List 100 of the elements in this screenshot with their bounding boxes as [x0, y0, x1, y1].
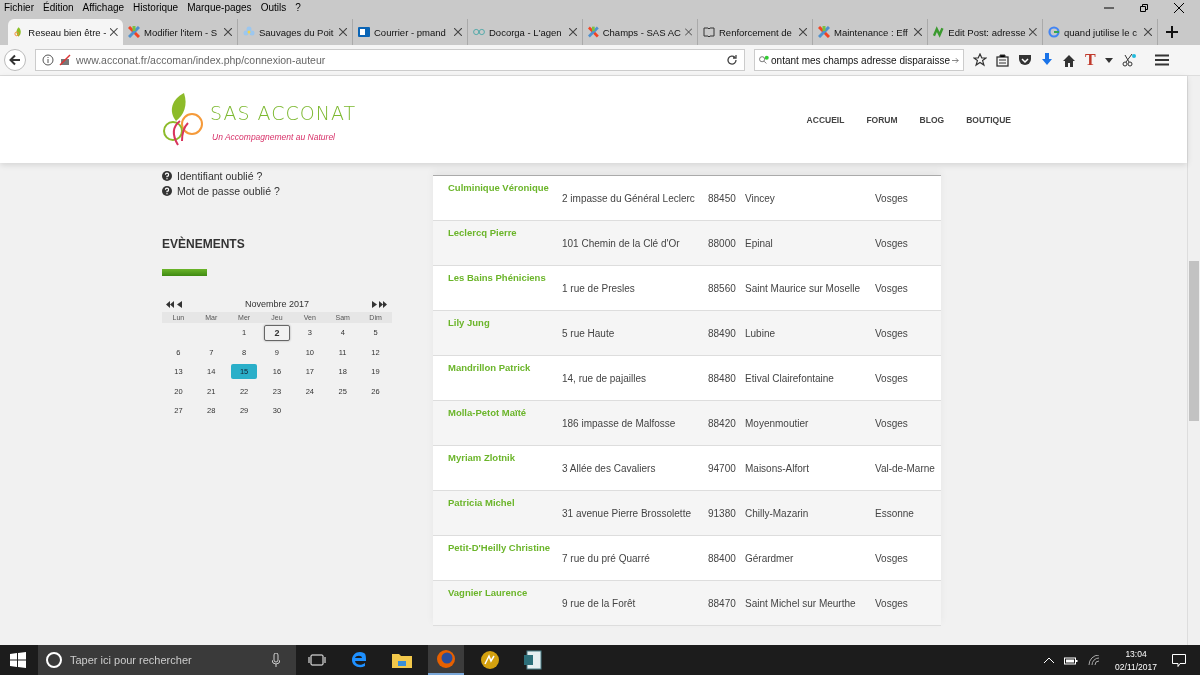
- table-cell-text: 88400: [708, 553, 737, 566]
- menu-icon[interactable]: [1154, 54, 1169, 66]
- account-link[interactable]: Identifiant oublié ?: [177, 170, 263, 182]
- back-arrow-icon: [9, 54, 21, 66]
- close-icon[interactable]: [1144, 28, 1152, 36]
- calendar-day[interactable]: 2: [264, 324, 291, 341]
- tagline: Un Accompagnement au Naturel: [212, 131, 336, 142]
- home-icon[interactable]: [1062, 53, 1076, 67]
- menu-item[interactable]: Outils: [260, 2, 287, 13]
- mail-icon: [358, 26, 370, 38]
- close-icon[interactable]: [914, 28, 922, 36]
- tab-title: quand jutilise le c: [1064, 26, 1138, 38]
- table-cell-text: 5 rue Haute: [561, 328, 616, 341]
- table-cell-text: Vosges: [875, 238, 908, 251]
- tab-title: Docorga - L'agen: [489, 26, 563, 38]
- notification-icon[interactable]: [1172, 653, 1186, 667]
- close-icon[interactable]: [1174, 2, 1184, 13]
- book-icon: [703, 26, 715, 38]
- menu-item[interactable]: Historique: [133, 2, 179, 13]
- browser-icon: [436, 649, 456, 669]
- browser-e-icon[interactable]: [350, 651, 368, 669]
- calendar-month: Novembre 2017: [243, 299, 310, 309]
- next-year-icon[interactable]: [379, 300, 388, 308]
- menu-item[interactable]: Fichier: [4, 2, 34, 13]
- close-icon[interactable]: [569, 28, 577, 36]
- table-cell-text: Moyenmoutier: [745, 418, 810, 431]
- menu-item[interactable]: ?: [295, 2, 301, 13]
- table-cell-text: 88470: [708, 598, 737, 611]
- previous-month-icon[interactable]: [177, 300, 182, 308]
- table-cell-text: 88420: [708, 418, 737, 431]
- table-cell-text: Maisons-Alfort: [745, 463, 810, 476]
- insecure-lock-icon[interactable]: [59, 54, 71, 66]
- clipboard-icon[interactable]: [996, 53, 1009, 67]
- menu-item[interactable]: Édition: [43, 2, 74, 13]
- close-icon[interactable]: [454, 28, 462, 36]
- table-cell-text: Lubine: [745, 328, 777, 341]
- table-cell-text: Vosges: [875, 553, 908, 566]
- close-icon[interactable]: [110, 28, 118, 36]
- table-cell-text: Vincey: [745, 193, 776, 206]
- tab-title: Reseau bien être -: [28, 26, 107, 38]
- chevron-up-icon[interactable]: [1044, 657, 1055, 663]
- wifi-icon[interactable]: [1088, 655, 1101, 665]
- table-cell-text: Chilly-Mazarin: [745, 508, 810, 521]
- question-icon: [162, 186, 172, 196]
- table-cell-text: Vosges: [875, 193, 908, 206]
- table-cell-text: Gérardmer: [745, 553, 795, 566]
- document-icon[interactable]: [524, 650, 542, 670]
- tab-title: Renforcement de: [719, 26, 793, 38]
- microphone-icon[interactable]: [272, 653, 280, 667]
- nav-link[interactable]: BLOG: [919, 114, 945, 125]
- browser-tab[interactable]: Reseau bien être -: [8, 19, 123, 45]
- close-icon[interactable]: [799, 28, 807, 36]
- table-cell-text: 186 impasse de Malfosse: [561, 418, 677, 431]
- tab-title: Edit Post: adresse: [948, 26, 1026, 38]
- table-cell-text: 94700: [708, 463, 737, 476]
- clock-time[interactable]: 13:04: [1125, 648, 1147, 659]
- scissors-icon[interactable]: [1121, 53, 1136, 67]
- nav-link[interactable]: ACCUEIL: [806, 114, 845, 125]
- extension-button[interactable]: T: [1085, 51, 1096, 69]
- previous-year-icon[interactable]: [166, 300, 175, 308]
- cortana-icon[interactable]: [46, 652, 62, 668]
- pocket-icon[interactable]: [1018, 53, 1032, 67]
- back-button[interactable]: [4, 49, 26, 71]
- restore-icon[interactable]: [1139, 2, 1149, 13]
- info-icon[interactable]: [42, 54, 54, 66]
- folder-icon[interactable]: [392, 652, 412, 668]
- table-cell-text: Essonne: [875, 508, 914, 521]
- account-link[interactable]: Mot de passe oublié ?: [177, 185, 280, 197]
- table-cell-text: 88490: [708, 328, 737, 341]
- next-month-icon[interactable]: [372, 300, 377, 308]
- close-icon[interactable]: [339, 28, 347, 36]
- app-icon[interactable]: [480, 650, 500, 670]
- new-tab-icon[interactable]: [1166, 26, 1178, 38]
- scrollbar-thumb[interactable]: [1189, 261, 1199, 421]
- task-view-icon[interactable]: [308, 654, 326, 666]
- table-cell-text: 88000: [708, 238, 737, 251]
- clock-date[interactable]: 02/11/2017: [1115, 661, 1157, 672]
- arrow-icon[interactable]: [952, 55, 959, 65]
- reload-icon[interactable]: [726, 54, 738, 66]
- download-icon[interactable]: [1041, 53, 1053, 67]
- heading-underline: [162, 269, 207, 276]
- nav-link[interactable]: FORUM: [866, 114, 898, 125]
- close-icon[interactable]: [224, 28, 232, 36]
- battery-icon[interactable]: [1064, 655, 1079, 665]
- star-icon[interactable]: [973, 53, 987, 67]
- table-cell-text: Vosges: [875, 373, 908, 386]
- menu-item[interactable]: Affichage: [82, 2, 125, 13]
- table-cell-text: Epinal: [745, 238, 774, 251]
- menu-item[interactable]: Marque-pages: [187, 2, 252, 13]
- taskbar-button[interactable]: [428, 645, 464, 675]
- flower-icon: [243, 26, 255, 38]
- table-cell-text: Vosges: [875, 418, 908, 431]
- table-cell-text: 9 rue de la Forêt: [561, 598, 637, 611]
- table-cell-text: 88560: [708, 283, 737, 296]
- table-cell-text: 7 rue du pré Quarré: [561, 553, 651, 566]
- nav-link[interactable]: BOUTIQUE: [966, 114, 1011, 125]
- tab-title: Maintenance : Eff: [834, 26, 909, 38]
- windows-icon[interactable]: [10, 652, 26, 668]
- table-cell-text: Vosges: [875, 598, 908, 611]
- caret-icon[interactable]: [1104, 57, 1113, 63]
